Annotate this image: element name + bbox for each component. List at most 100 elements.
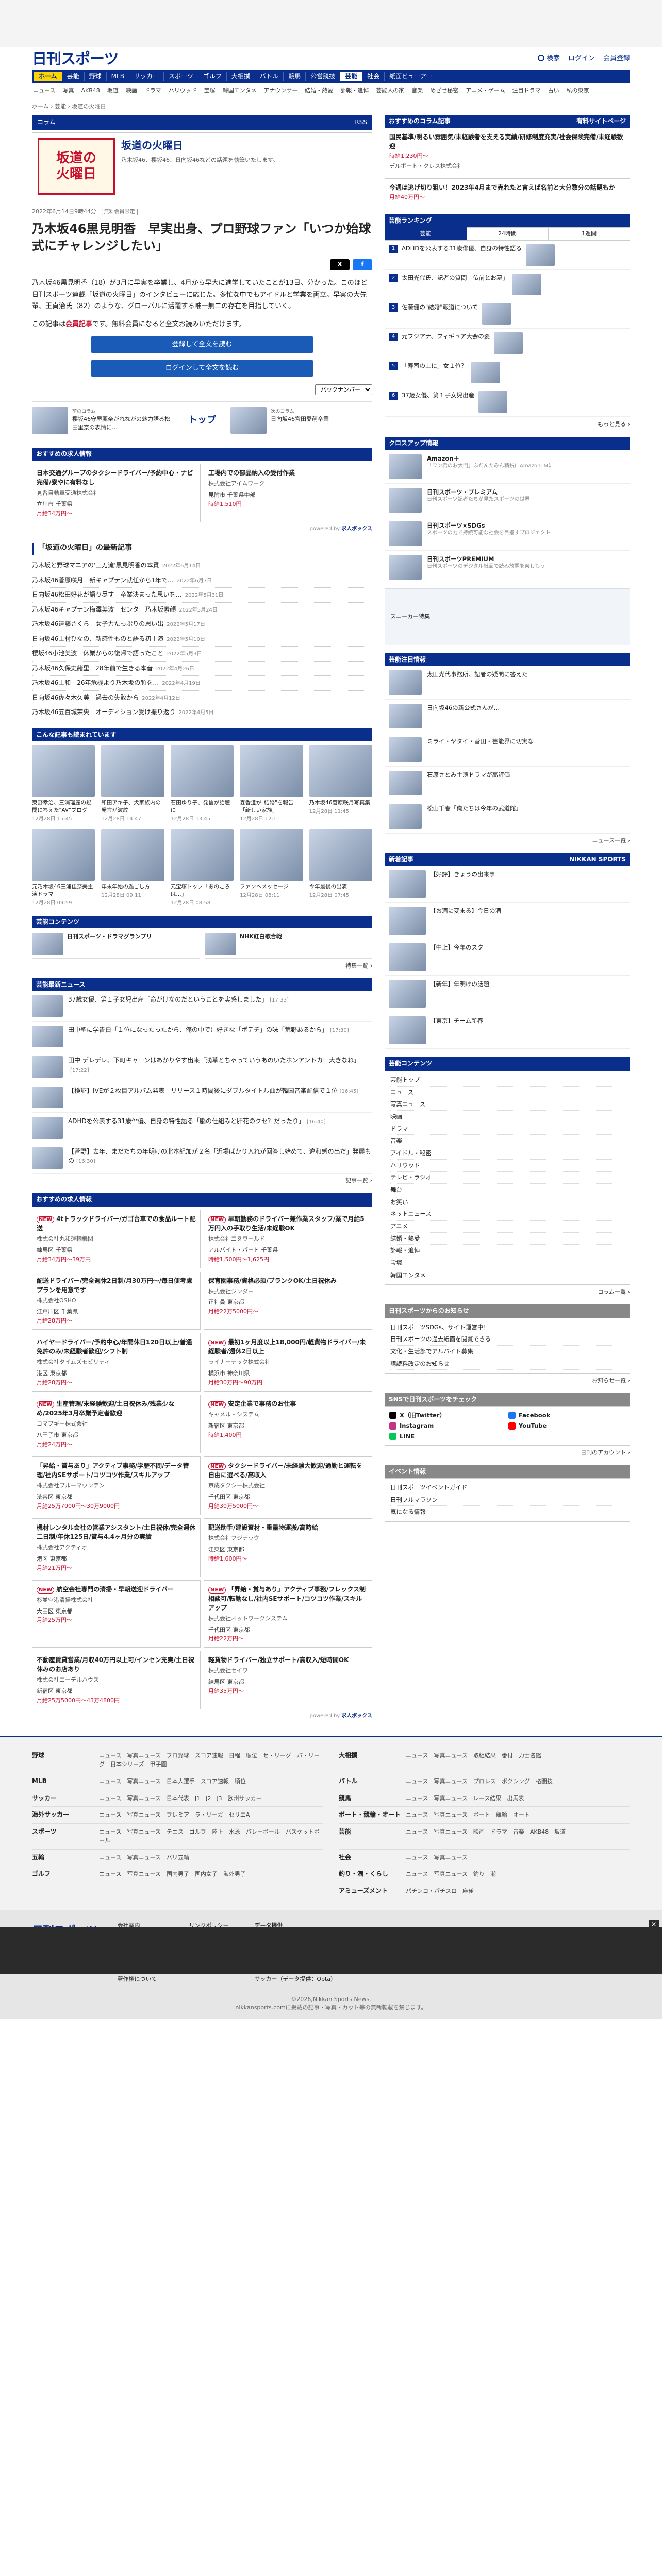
- index-item[interactable]: 結婚・熱愛: [390, 1233, 624, 1245]
- ranking-item[interactable]: 6 37歳女優、第１子女児出産: [385, 387, 630, 417]
- latest-item[interactable]: 日向坂46松田好花が語り尽す 卒業決まった思いを… 2022年5月31日: [32, 588, 372, 603]
- subnav-item[interactable]: 映画: [126, 87, 137, 95]
- sns-youtube-link[interactable]: YouTube: [508, 1421, 625, 1430]
- footer-links[interactable]: ニュース 写真ニュース 釣り 潮: [406, 1870, 496, 1879]
- event-item[interactable]: 日刊フルマラソン: [390, 1494, 624, 1506]
- job-card[interactable]: 「昇給・賞与あり」アクティブ事務/学歴不問/データ管理/社内SEサポート/コツコ…: [32, 1456, 201, 1515]
- subnav-item[interactable]: 訃報・追悼: [340, 87, 369, 95]
- job-card[interactable]: 保育園事務/資格必須/ブランクOK/土日祝休み 株式会社ジンダー 正社員 東京都 月給…: [204, 1271, 372, 1330]
- breadcrumb[interactable]: ホーム › 芸能 › 坂道の火曜日: [32, 98, 630, 115]
- next-column-link[interactable]: 次のコラム 日向坂46宮田愛萌卒業: [230, 407, 372, 434]
- newpost-item[interactable]: 【東京】チーム新春: [385, 1012, 630, 1049]
- newpost-item[interactable]: 【お酒に変まる】今日の酒: [385, 903, 630, 940]
- nav-item[interactable]: 紙面ビューアー: [385, 72, 438, 81]
- subnav-item[interactable]: 韓国エンタメ: [223, 87, 257, 95]
- index-item[interactable]: 芸能トップ: [390, 1074, 624, 1087]
- footer-links[interactable]: ニュース 写真ニュース 取組結果 番付 力士名鑑: [406, 1751, 541, 1769]
- topic-item[interactable]: 太田光代事務所、記者の疑問に答えた: [385, 666, 630, 700]
- subnav-item[interactable]: AKB48: [81, 87, 100, 95]
- ranking-item[interactable]: 3 佐藤健の"結婚"報道について: [385, 299, 630, 329]
- shoes-ad[interactable]: スニーカー特集: [385, 588, 630, 645]
- index-item[interactable]: ドラマ: [390, 1123, 624, 1136]
- footer-links[interactable]: ニュース 写真ニュース 日本人選手 スコア速報 順位: [99, 1777, 246, 1786]
- event-item[interactable]: 気になる情報: [390, 1506, 624, 1518]
- nav-item[interactable]: 野球: [85, 72, 107, 81]
- index-item[interactable]: 写真ニュース: [390, 1098, 624, 1111]
- footer-cat[interactable]: ゴルフ: [32, 1870, 99, 1879]
- nav-item[interactable]: サッカー: [129, 72, 164, 81]
- site-item[interactable]: 文化・生活部でアルバイト募集: [390, 1346, 624, 1358]
- newpost-item[interactable]: 【新年】年明けの話題: [385, 976, 630, 1013]
- job-card[interactable]: 軽貨物ドライバー/独立サポート/高収入/短時間OK 株式会社セイワ 練馬区 東京都月…: [204, 1651, 372, 1710]
- latest-item[interactable]: 乃木坂46久保史緒里 28年前で生きる本音 2022年4月26日: [32, 662, 372, 676]
- index-item[interactable]: アイドル・秘密: [390, 1147, 624, 1160]
- job-card[interactable]: 機材レンタル会社の営業アシスタント/土日祝休/完全週休二日制/年休125日/賞与…: [32, 1518, 201, 1577]
- subnav-item[interactable]: アナウンサー: [263, 87, 297, 95]
- latest-item[interactable]: 乃木坂46菅原咲月 新キャプテン就任から1年で… 2022年6月7日: [32, 573, 372, 588]
- footer-links[interactable]: ニュース 写真ニュース 国内男子 国内女子 海外男子: [99, 1870, 246, 1879]
- footer-cat[interactable]: 社会: [339, 1853, 406, 1862]
- footer-cat[interactable]: バトル: [339, 1777, 406, 1786]
- photo-card[interactable]: 元宝塚トップ「あのころは…」 12月28日 08:58: [170, 829, 234, 907]
- column-card[interactable]: 坂道の 火曜日 坂道の火曜日 乃木坂46、櫻坂46、日向坂46などの話題を執筆い…: [32, 132, 372, 201]
- footer-links[interactable]: ニュース 写真ニュース プロレス ボクシング 格闘技: [406, 1777, 553, 1786]
- footer-cat[interactable]: 五輪: [32, 1853, 99, 1862]
- latest-item[interactable]: 乃木坂と野球マニアの'三刀流'黒見明香の本質 2022年6月14日: [32, 558, 372, 573]
- job-card[interactable]: NEW 早朝勤務のドライバー兼作業スタッフ/業で月給5万円入の手取り生活/未経験O…: [204, 1209, 372, 1268]
- latest-item[interactable]: 乃木坂46五百城茉央 オーディション受け振り返り 2022年4月5日: [32, 705, 372, 720]
- job-card[interactable]: 日本交通グループのタクシードライバー/予約中心・ナビ完備/寮やに有料なし 見習自動…: [32, 464, 201, 523]
- nav-home[interactable]: ホーム: [34, 72, 62, 81]
- sns-facebook-link[interactable]: Facebook: [508, 1411, 625, 1420]
- photo-card[interactable]: ファンへメッセージ 12月28日 08:11: [240, 829, 303, 907]
- job-card[interactable]: NEW タクシードライバー/未経験大歓迎/通勤と運転を自由に選べる/高収入 京成タク…: [204, 1456, 372, 1515]
- subnav-item[interactable]: 宝塚: [204, 87, 216, 95]
- news-item[interactable]: 【菅野】去年、まだたちの年明けの北本紀加が２名「近場ばかり入れが回答し始めて、違…: [32, 1143, 372, 1174]
- footer-links[interactable]: ニュース 写真ニュース テニス ゴルフ 陸上 水泳 バレーボール バスケットボー…: [99, 1827, 323, 1845]
- side-promo-2[interactable]: 今週は逃げ切り狙い！2023年4月まで売れたと言えば名前と大分数分の話題もか 月…: [385, 178, 630, 207]
- index-item[interactable]: 映画: [390, 1111, 624, 1123]
- nav-item[interactable]: バトル: [255, 72, 284, 81]
- subnav-item[interactable]: 坂道: [107, 87, 119, 95]
- ranking-more-link[interactable]: もっと見る ›: [385, 420, 630, 429]
- side-promo[interactable]: 国民基準/明るい雰囲気/未経験者を支える実績/研修制度充実/社会保険完備/未経験…: [385, 128, 630, 176]
- cross-item[interactable]: 日刊スポーツ・プレミアム 日刊スポーツ記者たちが見たスポーツの世界: [385, 484, 630, 517]
- site-item[interactable]: 購読料改定のお知らせ: [390, 1358, 624, 1370]
- cross-item[interactable]: Amazon＋ 「ワン君のお大門」ふだんたみん精鋭にAmazonTMに: [385, 450, 630, 484]
- footer-links[interactable]: ニュース 写真ニュース 映画 ドラマ 音楽 AKB48 坂道: [406, 1827, 566, 1845]
- nav-item[interactable]: 芸能: [62, 72, 85, 81]
- prev-column-link[interactable]: 前のコラム 櫻坂46守屋麗奈がれながの魅力語る松田里奈の表情に…: [32, 407, 174, 434]
- subnav-item[interactable]: 写真: [62, 87, 74, 95]
- news-item[interactable]: 【検証】IVEが２枚目アルバム発表 リリース１時間後にダブルタイトル曲が韓国音楽…: [32, 1082, 372, 1113]
- newpost-item[interactable]: 【好評】きょうの出来事: [385, 866, 630, 903]
- sns-x-link[interactable]: X（旧Twitter）: [389, 1411, 506, 1420]
- job-card[interactable]: NEW 生産管理/未経験歓迎/土日祝休み/残業少なめ/2025年3月卒業予定者歓迎…: [32, 1395, 201, 1453]
- footer-cat[interactable]: MLB: [32, 1777, 99, 1786]
- nav-item[interactable]: 公営競技: [306, 72, 341, 81]
- index-item[interactable]: ハリウッド: [390, 1160, 624, 1172]
- sns-more-link[interactable]: 日刊のアカウント ›: [385, 1449, 630, 1457]
- news-item[interactable]: 田中聖に学告白「１位になったったから、俺の中で）好きな「ポテチ」の味「荒野あるか…: [32, 1022, 372, 1053]
- footer-links[interactable]: ニュース 写真ニュース 日本代表 J1 J2 J3 欧州サッカー: [99, 1794, 262, 1803]
- job-card[interactable]: 不動産賃貸営業/月収40万円以上可/インセン充実/土日祝休みのお店あり 株式会社エ…: [32, 1651, 201, 1710]
- event-item[interactable]: 日刊スポーツイベントガイド: [390, 1482, 624, 1494]
- index-more-link[interactable]: コラム一覧 ›: [385, 1288, 630, 1296]
- job-card[interactable]: NEW 安定企業で事務のお仕事 キャメル・システム 新宿区 東京都 時給1,400円: [204, 1395, 372, 1453]
- subnav-item[interactable]: 芸能人の家: [376, 87, 404, 95]
- ranking-tab[interactable]: 1週間: [548, 227, 631, 241]
- index-item[interactable]: アニメ: [390, 1221, 624, 1233]
- footer-cat[interactable]: 芸能: [339, 1827, 406, 1845]
- footer-links[interactable]: パチンコ・パチスロ 麻雀: [406, 1887, 474, 1896]
- nav-active[interactable]: 芸能: [340, 72, 363, 81]
- footer-cat[interactable]: 海外サッカー: [32, 1810, 99, 1820]
- subnav-item[interactable]: 音楽: [411, 87, 423, 95]
- register-link[interactable]: 会員登録: [603, 54, 630, 64]
- ranking-tab[interactable]: 24時間: [466, 227, 549, 241]
- share-facebook-button[interactable]: f: [353, 259, 372, 270]
- topic-item[interactable]: 石原さとみ主演ドラマが高評価: [385, 767, 630, 801]
- special-item[interactable]: 日刊スポーツ・ドラマグランプリ: [32, 933, 200, 959]
- side-head-link[interactable]: 有料サイトページ: [576, 117, 626, 126]
- login-link[interactable]: ログイン: [568, 54, 595, 64]
- backnumber-select[interactable]: バックナンバー: [315, 384, 372, 396]
- subnav-item[interactable]: めざせ秘密: [430, 87, 458, 95]
- index-item[interactable]: 韓国エンタメ: [390, 1269, 624, 1282]
